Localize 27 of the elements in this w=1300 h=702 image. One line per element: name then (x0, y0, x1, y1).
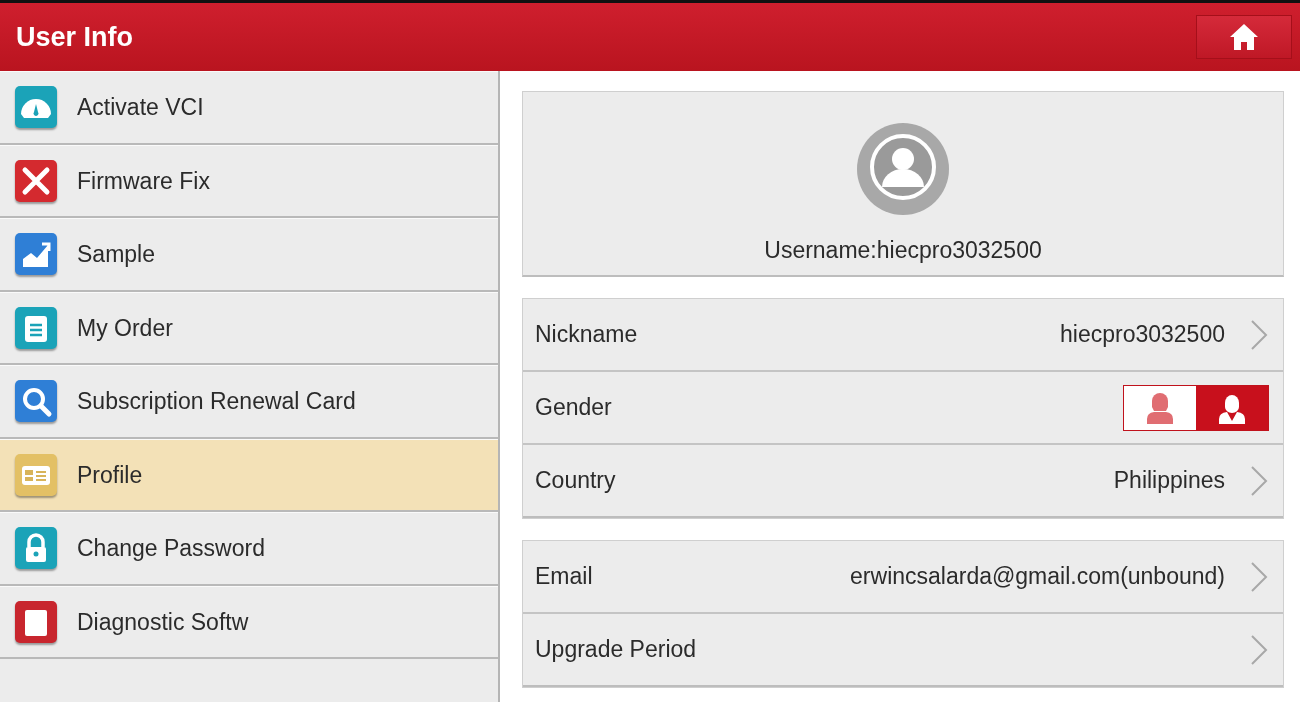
field-value: hiecpro3032500 (1060, 320, 1225, 350)
settings-row[interactable]: Country Philippines (523, 445, 1283, 518)
sidebar-item[interactable]: Change Password (0, 512, 498, 586)
sidebar-item[interactable]: Activate VCI (0, 71, 498, 145)
sidebar-item[interactable]: Sample (0, 218, 498, 292)
chevron-right-icon (1249, 464, 1269, 497)
sidebar-item[interactable]: My Order (0, 291, 498, 365)
sidebar-item[interactable]: Firmware Fix (0, 144, 498, 218)
home-icon (1229, 23, 1259, 51)
chevron-right-icon (1249, 318, 1269, 351)
sidebar-item[interactable]: Profile (0, 438, 498, 512)
settings-row[interactable]: Nickname hiecpro3032500 (523, 299, 1283, 372)
chevron-right-icon (1249, 560, 1269, 593)
male-option[interactable] (1196, 385, 1268, 430)
field-value: Philippines (1113, 466, 1225, 496)
settings-row[interactable]: Email erwincsalarda@gmail.com(unbound) (523, 541, 1283, 614)
sidebar-item[interactable]: Diagnostic Softw (0, 585, 498, 659)
page-title: User Info (16, 20, 134, 54)
field-value: erwincsalarda@gmail.com(unbound) (850, 562, 1225, 592)
sidebar-item[interactable]: Subscription Renewal Card (0, 365, 498, 439)
username-label: Username:hiecpro3032500 (764, 235, 1042, 265)
settings-row[interactable]: Gender (523, 372, 1283, 445)
avatar-icon (855, 120, 951, 217)
home-button[interactable] (1196, 15, 1292, 59)
female-option[interactable] (1124, 385, 1196, 430)
chevron-right-icon (1249, 633, 1269, 666)
settings-row[interactable]: Upgrade Period (523, 614, 1283, 687)
